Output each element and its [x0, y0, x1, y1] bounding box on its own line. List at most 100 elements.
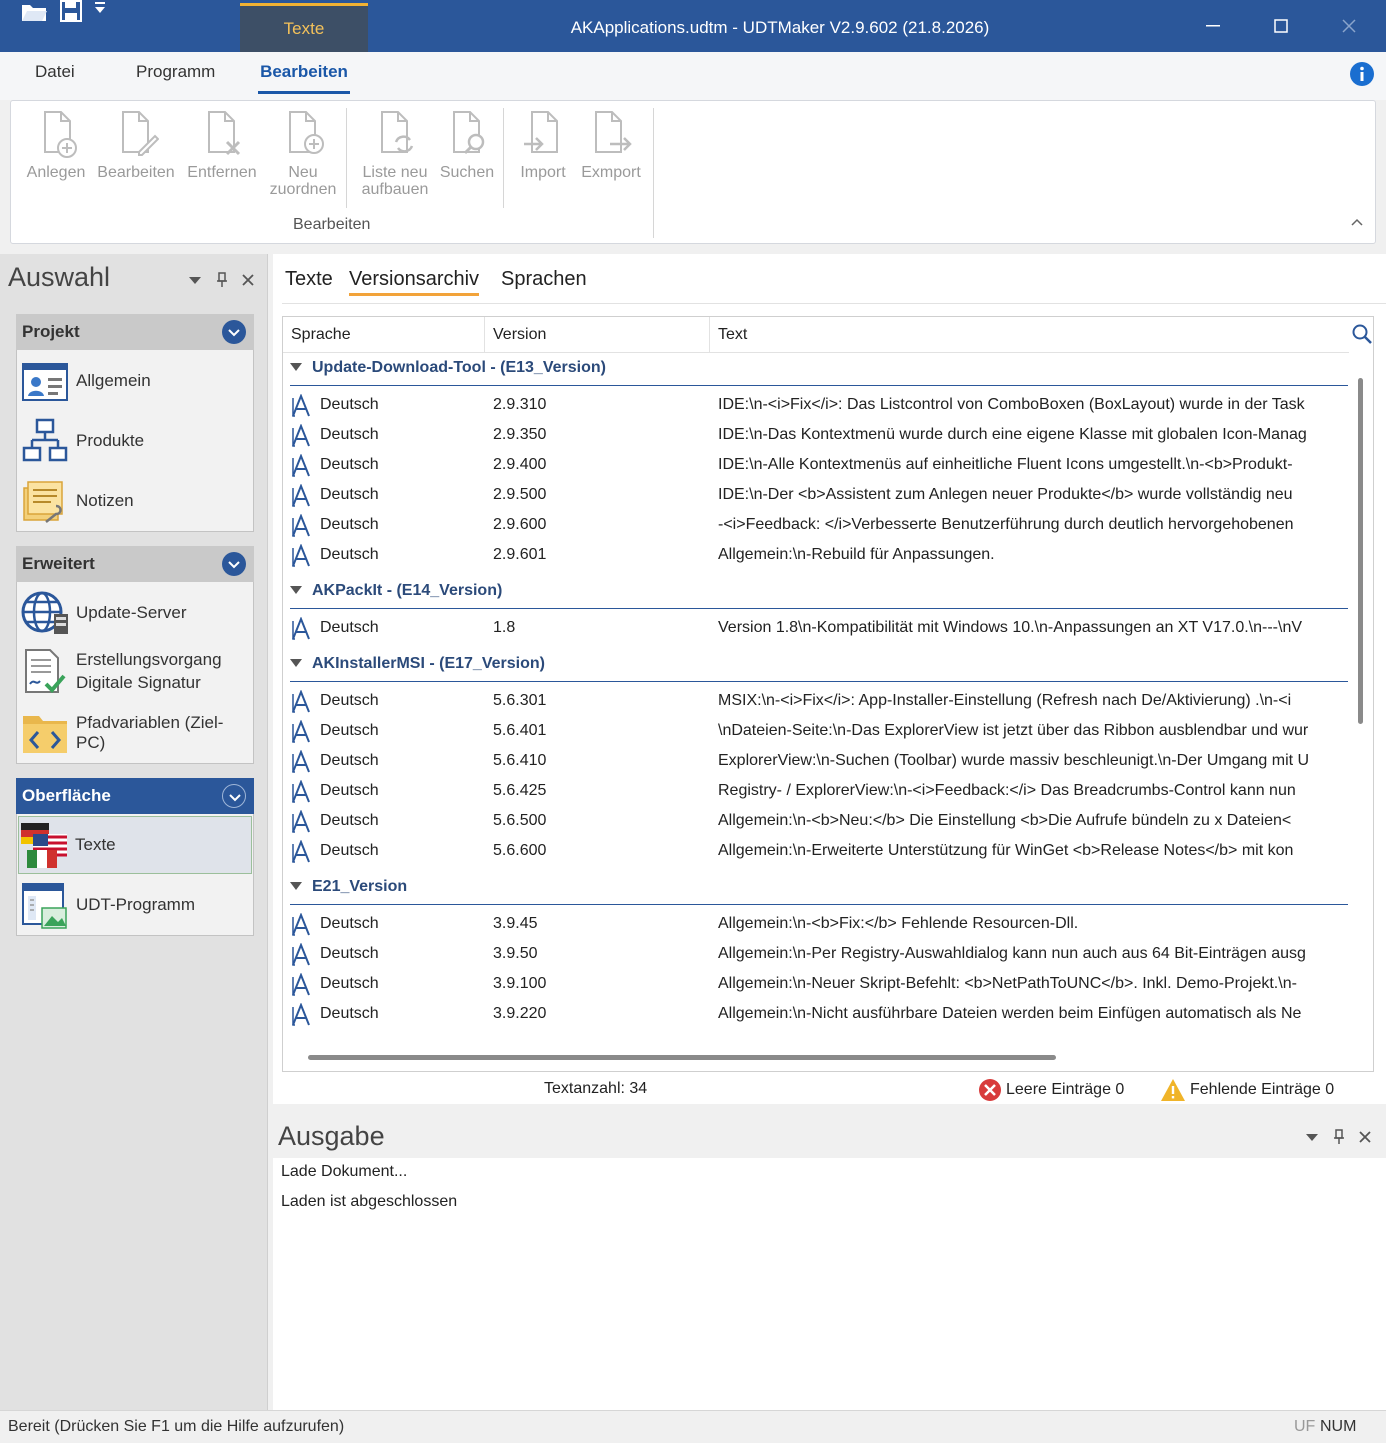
table-row[interactable]: Deutsch 2.9.400 IDE:\n-Alle Kontextmenüs a… — [290, 450, 1348, 480]
collapse-triangle-icon[interactable] — [290, 659, 302, 667]
table-row[interactable]: Deutsch 2.9.350 IDE:\n-Das Kontextmenü wur… — [290, 420, 1348, 450]
nav-produkte[interactable]: Produkte — [20, 412, 252, 470]
vertical-scrollbar[interactable] — [1358, 378, 1363, 724]
tab-datei[interactable]: Datei — [35, 62, 75, 94]
text-language-icon — [290, 839, 314, 864]
cell-version: 5.6.301 — [493, 692, 547, 709]
group-projekt[interactable]: Projekt — [16, 314, 254, 350]
import-icon — [524, 111, 558, 153]
text-language-icon — [290, 912, 314, 937]
cell-text: Allgemein:\n-Rebuild für Anpassungen. — [718, 546, 995, 563]
liste-neu-aufbauen-button[interactable]: Liste neu aufbauen — [356, 108, 434, 198]
save-icon[interactable] — [60, 0, 82, 27]
table-row[interactable]: Deutsch 2.9.500 IDE:\n-Der <b>Assistent zu… — [290, 480, 1348, 510]
search-icon[interactable] — [1350, 320, 1374, 348]
column-header-version[interactable]: Version — [485, 317, 710, 353]
collapse-ribbon-icon[interactable] — [1350, 214, 1364, 232]
group-row[interactable]: AKPackIt - (E14_Version) — [290, 575, 1348, 609]
nav-allgemein[interactable]: Allgemein — [20, 352, 252, 410]
export-button[interactable]: Exmport — [578, 108, 644, 181]
application-window-icon — [22, 883, 67, 929]
import-button[interactable]: Import — [513, 108, 573, 181]
table-row[interactable]: Deutsch 2.9.601 Allgemein:\n-Rebuild für A… — [290, 540, 1348, 570]
collapse-triangle-icon[interactable] — [290, 882, 302, 890]
tab-versionsarchiv[interactable]: Versionsarchiv — [349, 268, 480, 296]
bearbeiten-button[interactable]: Bearbeiten — [95, 108, 177, 181]
chevron-down-icon[interactable] — [222, 320, 246, 344]
table-row[interactable]: Deutsch 5.6.500 Allgemein:\n-<b>Neu:</b> D… — [290, 806, 1348, 836]
nav-notizen[interactable]: Notizen — [20, 472, 252, 530]
edit-document-icon — [122, 111, 159, 156]
nav-udt-programm[interactable]: UDT-Programm — [20, 876, 252, 934]
pin-icon[interactable] — [216, 272, 228, 288]
pane-dropdown-icon[interactable] — [1305, 1132, 1319, 1142]
empty-entries[interactable]: Leere Einträge 0 — [978, 1078, 1124, 1102]
nav-update-server[interactable]: Update-Server — [20, 584, 252, 642]
group-oberflaeche[interactable]: Oberfläche — [16, 778, 254, 814]
cell-sprache: Deutsch — [320, 692, 379, 709]
entfernen-button[interactable]: Entfernen — [185, 108, 259, 181]
table-row[interactable]: Deutsch 3.9.50 Allgemein:\n-Per Registry-A… — [290, 939, 1348, 969]
table-row[interactable]: Deutsch 3.9.45 Allgemein:\n-<b>Fix:</b> Fe… — [290, 909, 1348, 939]
cell-version: 5.6.425 — [493, 782, 547, 799]
table-row[interactable]: Deutsch 3.9.220 Allgemein:\n-Nicht ausführ… — [290, 999, 1348, 1029]
nav-pfadvariablen[interactable]: Pfadvariablen (Ziel-PC) — [20, 704, 252, 762]
tab-sprachen[interactable]: Sprachen — [501, 268, 587, 291]
maximize-button[interactable] — [1246, 0, 1316, 52]
open-folder-icon[interactable] — [20, 0, 48, 29]
group-row-title: Update-Download-Tool - (E13_Version) — [312, 359, 606, 376]
tab-texte[interactable]: Texte — [285, 268, 333, 291]
cell-version: 3.9.100 — [493, 975, 547, 992]
table-row[interactable]: Deutsch 3.9.100 Allgemein:\n-Neuer Skript-… — [290, 969, 1348, 999]
tab-programm[interactable]: Programm — [136, 62, 215, 94]
group-erweitert[interactable]: Erweitert — [16, 546, 254, 582]
table-row[interactable]: Deutsch 5.6.425 Registry- / ExplorerView:\… — [290, 776, 1348, 806]
collapse-triangle-icon[interactable] — [290, 363, 302, 371]
column-header-sprache[interactable]: Sprache — [283, 317, 485, 353]
cell-text: IDE:\n-<i>Fix</i>: Das Listcontrol von C… — [718, 396, 1305, 413]
tab-bearbeiten[interactable]: Bearbeiten — [258, 62, 350, 94]
quick-access-dropdown-icon[interactable] — [94, 0, 106, 19]
close-pane-icon[interactable] — [242, 274, 254, 286]
output-title: Ausgabe — [278, 1121, 385, 1151]
neu-zuordnen-button[interactable]: Neu zuordnen — [265, 108, 341, 198]
cell-sprache: Deutsch — [320, 915, 379, 932]
status-uf: UF — [1294, 1418, 1316, 1435]
table-row[interactable]: Deutsch 5.6.410 ExplorerView:\n-Suchen (To… — [290, 746, 1348, 776]
chevron-down-icon[interactable] — [222, 552, 246, 576]
horizontal-scrollbar[interactable] — [308, 1055, 1056, 1060]
close-pane-icon[interactable] — [1359, 1131, 1371, 1143]
minimize-button[interactable] — [1178, 0, 1248, 52]
minimize-icon — [1206, 25, 1220, 27]
table-row[interactable]: Deutsch 5.6.401 \nDateien-Seite:\n-Das Exp… — [290, 716, 1348, 746]
suchen-button[interactable]: Suchen — [436, 108, 498, 181]
entfernen-label: Entfernen — [187, 164, 257, 181]
chevron-down-icon[interactable] — [222, 784, 246, 808]
missing-entries[interactable]: Fehlende Einträge 0 — [1160, 1078, 1334, 1102]
nav-texte[interactable]: Texte — [18, 816, 252, 874]
table-row[interactable]: Deutsch 2.9.600 -<i>Feedback: </i>Verbesse… — [290, 510, 1348, 540]
pin-icon[interactable] — [1333, 1129, 1345, 1145]
nav-erstellungsvorgang[interactable]: Erstellungsvorgang Digitale Signatur — [20, 640, 252, 702]
group-row[interactable]: Update-Download-Tool - (E13_Version) — [290, 352, 1348, 386]
pane-dropdown-icon[interactable] — [188, 275, 202, 285]
delete-document-icon — [208, 111, 241, 156]
cell-version: 3.9.220 — [493, 1005, 547, 1022]
table-row[interactable]: Deutsch 2.9.310 IDE:\n-<i>Fix</i>: Das Lis… — [290, 390, 1348, 420]
maximize-icon — [1274, 19, 1288, 33]
context-tab-texte[interactable]: Texte — [240, 3, 368, 52]
group-row[interactable]: AKInstallerMSI - (E17_Version) — [290, 648, 1348, 682]
table-row[interactable]: Deutsch 1.8 Version 1.8\n-Kompatibilität m… — [290, 613, 1348, 643]
nav-allgemein-label: Allgemein — [76, 371, 151, 390]
collapse-triangle-icon[interactable] — [290, 586, 302, 594]
anlegen-button[interactable]: Anlegen — [24, 108, 88, 181]
text-language-icon — [290, 719, 314, 744]
column-header-text[interactable]: Text — [710, 317, 1349, 353]
info-icon[interactable] — [1350, 62, 1374, 91]
table-row[interactable]: Deutsch 5.6.301 MSIX:\n-<i>Fix</i>: App-In… — [290, 686, 1348, 716]
group-row[interactable]: E21_Version — [290, 871, 1348, 905]
text-language-icon — [290, 972, 314, 997]
close-button[interactable] — [1314, 0, 1384, 52]
status-text: Bereit (Drücken Sie F1 um die Hilfe aufz… — [8, 1418, 345, 1435]
table-row[interactable]: Deutsch 5.6.600 Allgemein:\n-Erweiterte Un… — [290, 836, 1348, 866]
